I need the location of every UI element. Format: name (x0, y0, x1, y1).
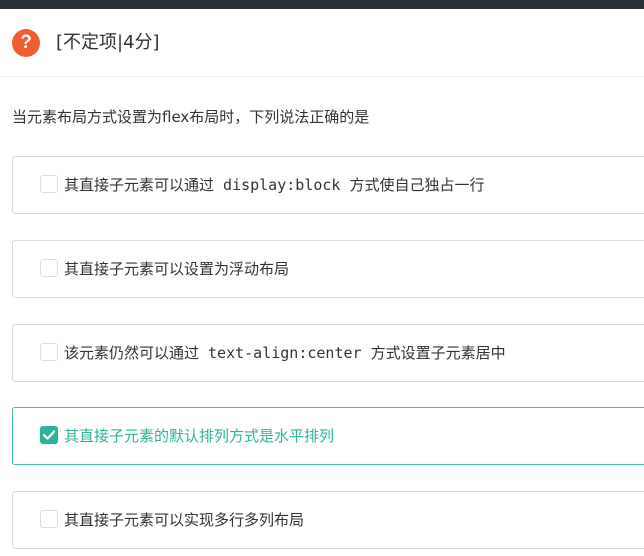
top-bar (0, 0, 644, 9)
option-d[interactable]: 其直接子元素的默认排列方式是水平排列 (12, 407, 644, 465)
option-label: 该元素仍然可以通过 text-align:center 方式设置子元素居中 (64, 344, 506, 362)
question-header: ? [不定项|4分] (0, 9, 644, 77)
check-icon (42, 430, 56, 440)
question-type-label: [不定项|4分] (56, 32, 160, 53)
option-c[interactable]: 该元素仍然可以通过 text-align:center 方式设置子元素居中 (12, 324, 644, 382)
checkbox[interactable] (40, 175, 58, 193)
option-a[interactable]: 其直接子元素可以通过 display:block 方式使自己独占一行 (12, 156, 644, 214)
question-icon: ? (12, 29, 40, 57)
option-label: 其直接子元素可以设置为浮动布局 (64, 260, 290, 278)
checkbox[interactable] (40, 259, 58, 277)
checkbox[interactable] (40, 510, 58, 528)
option-label: 其直接子元素的默认排列方式是水平排列 (64, 427, 335, 445)
checkbox-checked[interactable] (40, 426, 58, 444)
option-label: 其直接子元素可以实现多行多列布局 (64, 511, 305, 529)
option-b[interactable]: 其直接子元素可以设置为浮动布局 (12, 240, 644, 298)
checkbox[interactable] (40, 343, 58, 361)
question-stem: 当元素布局方式设置为flex布局时，下列说法正确的是 (12, 108, 370, 126)
option-e[interactable]: 其直接子元素可以实现多行多列布局 (12, 491, 644, 549)
option-label: 其直接子元素可以通过 display:block 方式使自己独占一行 (64, 176, 485, 194)
